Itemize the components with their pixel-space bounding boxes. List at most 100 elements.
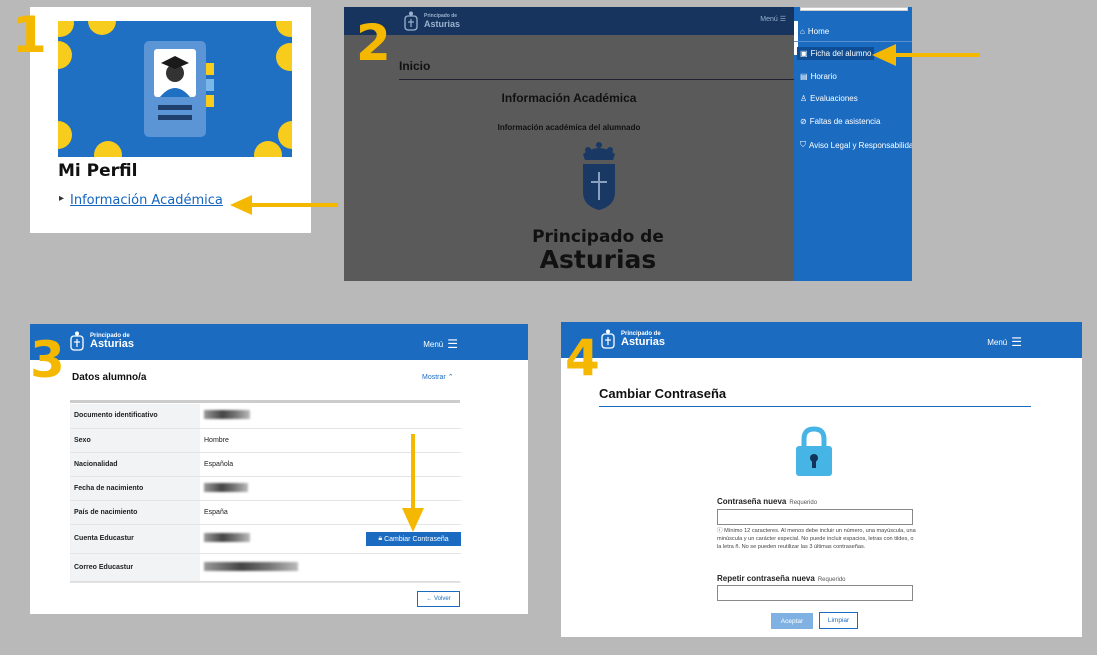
divider bbox=[70, 400, 460, 403]
menu-label: Menú bbox=[423, 339, 444, 349]
menu-item-label: Faltas de asistencia bbox=[809, 117, 881, 126]
clear-button[interactable]: Limpiar bbox=[819, 612, 858, 629]
page-title: Cambiar Contraseña bbox=[599, 386, 727, 401]
header-bar: Principado de Asturias Menú ☰ bbox=[344, 7, 794, 35]
panel-cambiar-contrasena: Principado de Asturias Menú ☰ Cambiar Co… bbox=[561, 322, 1082, 637]
logo[interactable]: Principado de Asturias bbox=[70, 331, 134, 351]
section-title: Datos alumno/a bbox=[72, 372, 147, 383]
logo-line-2: Asturias bbox=[621, 335, 666, 348]
section-subheading: Información académica del alumnado bbox=[497, 123, 641, 132]
row-key: País de nacimiento bbox=[70, 500, 200, 525]
shield-icon: ⛉ bbox=[800, 140, 806, 149]
panel-menu: Principado de Asturias Menú ☰ Inicio Inf… bbox=[344, 7, 912, 281]
repeat-password-label: Repetir contraseña nueva Requerido bbox=[717, 574, 846, 583]
arrow-left-icon bbox=[230, 195, 338, 215]
chevron-up-icon: ⌃ bbox=[447, 374, 454, 381]
new-password-field[interactable] bbox=[717, 509, 913, 525]
menu-button[interactable]: Menú ☰ bbox=[760, 15, 786, 23]
breadcrumb-inicio[interactable]: Inicio bbox=[399, 59, 430, 73]
redacted-value bbox=[204, 533, 250, 542]
label-text: Repetir contraseña nueva bbox=[717, 574, 815, 583]
menu-item-ficha[interactable]: ▣ Ficha del alumno bbox=[797, 47, 875, 60]
hint-text: Mínimo 12 caracteres. Al menos debe incl… bbox=[717, 528, 916, 550]
student-card-icon bbox=[144, 41, 214, 137]
asturias-crest-icon bbox=[404, 11, 418, 31]
row-value bbox=[200, 404, 461, 429]
section-heading: Información Académica bbox=[501, 91, 637, 105]
table-row: Documento identificativo bbox=[70, 404, 461, 429]
step-number-4: 4 bbox=[565, 329, 600, 387]
menu-label: Menú bbox=[760, 16, 778, 23]
logo[interactable]: Principado de Asturias bbox=[601, 329, 665, 349]
label-text: Contraseña nueva bbox=[717, 497, 787, 506]
toggle-mostrar[interactable]: Mostrar ⌃ bbox=[422, 373, 454, 381]
change-password-button[interactable]: 🔒︎ Cambiar Contraseña bbox=[366, 532, 461, 546]
new-password-label: Contraseña nueva Requerido bbox=[717, 497, 817, 506]
menu-item-home[interactable]: ⌂ Home bbox=[800, 27, 829, 36]
redacted-value bbox=[204, 410, 250, 420]
lock-icon: 🔒︎ bbox=[378, 535, 383, 542]
hamburger-icon: ☰ bbox=[447, 337, 458, 351]
row-key: Fecha de nacimiento bbox=[70, 476, 200, 501]
profile-banner-image bbox=[58, 21, 292, 157]
step-number-3: 3 bbox=[30, 331, 65, 389]
step-number-1: 1 bbox=[12, 6, 47, 64]
row-key: Nacionalidad bbox=[70, 452, 200, 477]
menu-item-label: Aviso Legal y Responsabilidad bbox=[809, 140, 912, 150]
list-bullet: ▸ bbox=[59, 193, 65, 204]
academic-info-link[interactable]: Información Académica bbox=[70, 193, 223, 208]
menu-item-label: Ficha del alumno bbox=[810, 49, 872, 58]
logo-line-2: Asturias bbox=[90, 337, 135, 350]
brand-line-1: Principado de bbox=[532, 227, 664, 247]
home-icon: ⌂ bbox=[800, 27, 805, 36]
menu-button[interactable]: Menú ☰ bbox=[423, 337, 458, 351]
arrow-down-icon bbox=[402, 434, 424, 532]
redacted-value bbox=[204, 562, 298, 571]
search-input[interactable] bbox=[800, 7, 908, 11]
menu-item-label: Evaluaciones bbox=[810, 94, 858, 103]
hamburger-icon: ☰ bbox=[1011, 335, 1022, 349]
row-key: Correo Educastur bbox=[70, 553, 200, 583]
menu-item-horario[interactable]: ▤ Horario bbox=[800, 72, 837, 81]
menu-button[interactable]: Menú ☰ bbox=[987, 335, 1022, 349]
step-number-2: 2 bbox=[356, 14, 391, 72]
panel-datos-alumno: Principado de Asturias Menú ☰ Datos alum… bbox=[30, 324, 528, 614]
arrow-left-icon bbox=[872, 44, 980, 66]
row-key: Documento identificativo bbox=[70, 404, 200, 429]
menu-item-label: Home bbox=[807, 27, 830, 36]
absence-icon: ⊘ bbox=[800, 117, 807, 126]
repeat-password-field[interactable] bbox=[717, 585, 913, 601]
accept-button[interactable]: Aceptar bbox=[771, 613, 813, 629]
redacted-value bbox=[204, 482, 248, 492]
button-label: Cambiar Contraseña bbox=[384, 535, 449, 543]
page-title: Mi Perfil bbox=[58, 161, 138, 181]
divider bbox=[70, 581, 460, 582]
required-tag: Requerido bbox=[789, 500, 818, 506]
divider bbox=[399, 79, 794, 80]
menu-item-faltas[interactable]: ⊘ Faltas de asistencia bbox=[800, 117, 880, 126]
row-key: Sexo bbox=[70, 428, 200, 453]
menu-label: Menú bbox=[987, 337, 1008, 347]
table-row: Correo Educastur bbox=[70, 553, 461, 583]
header-bar: Principado de Asturias Menú ☰ bbox=[30, 324, 528, 360]
hamburger-icon: ☰ bbox=[779, 16, 786, 23]
password-hint: ⓘ Mínimo 12 caracteres. Al menos debe in… bbox=[717, 528, 917, 551]
people-icon: ♙ bbox=[800, 94, 808, 103]
asturias-crest-icon bbox=[601, 329, 615, 349]
back-button[interactable]: ← Volver bbox=[417, 591, 460, 607]
toggle-label: Mostrar bbox=[422, 374, 446, 381]
info-icon: ⓘ bbox=[717, 528, 723, 534]
padlock-icon bbox=[796, 426, 832, 476]
asturias-coat-of-arms bbox=[583, 142, 615, 210]
menu-item-aviso-legal[interactable]: ⛉ Aviso Legal y Responsabilidad bbox=[800, 140, 912, 150]
brand-line-2: Asturias bbox=[539, 245, 657, 274]
header-bar: Principado de Asturias Menú ☰ bbox=[561, 322, 1082, 358]
id-card-icon: ▣ bbox=[800, 49, 808, 58]
row-key: Cuenta Educastur bbox=[70, 524, 200, 554]
row-value bbox=[200, 553, 461, 583]
menu-item-label: Horario bbox=[810, 72, 837, 81]
calendar-icon: ▤ bbox=[800, 72, 808, 81]
menu-item-evaluaciones[interactable]: ♙ Evaluaciones bbox=[800, 94, 858, 103]
divider bbox=[599, 406, 1031, 407]
logo-line-2: Asturias bbox=[424, 19, 461, 29]
